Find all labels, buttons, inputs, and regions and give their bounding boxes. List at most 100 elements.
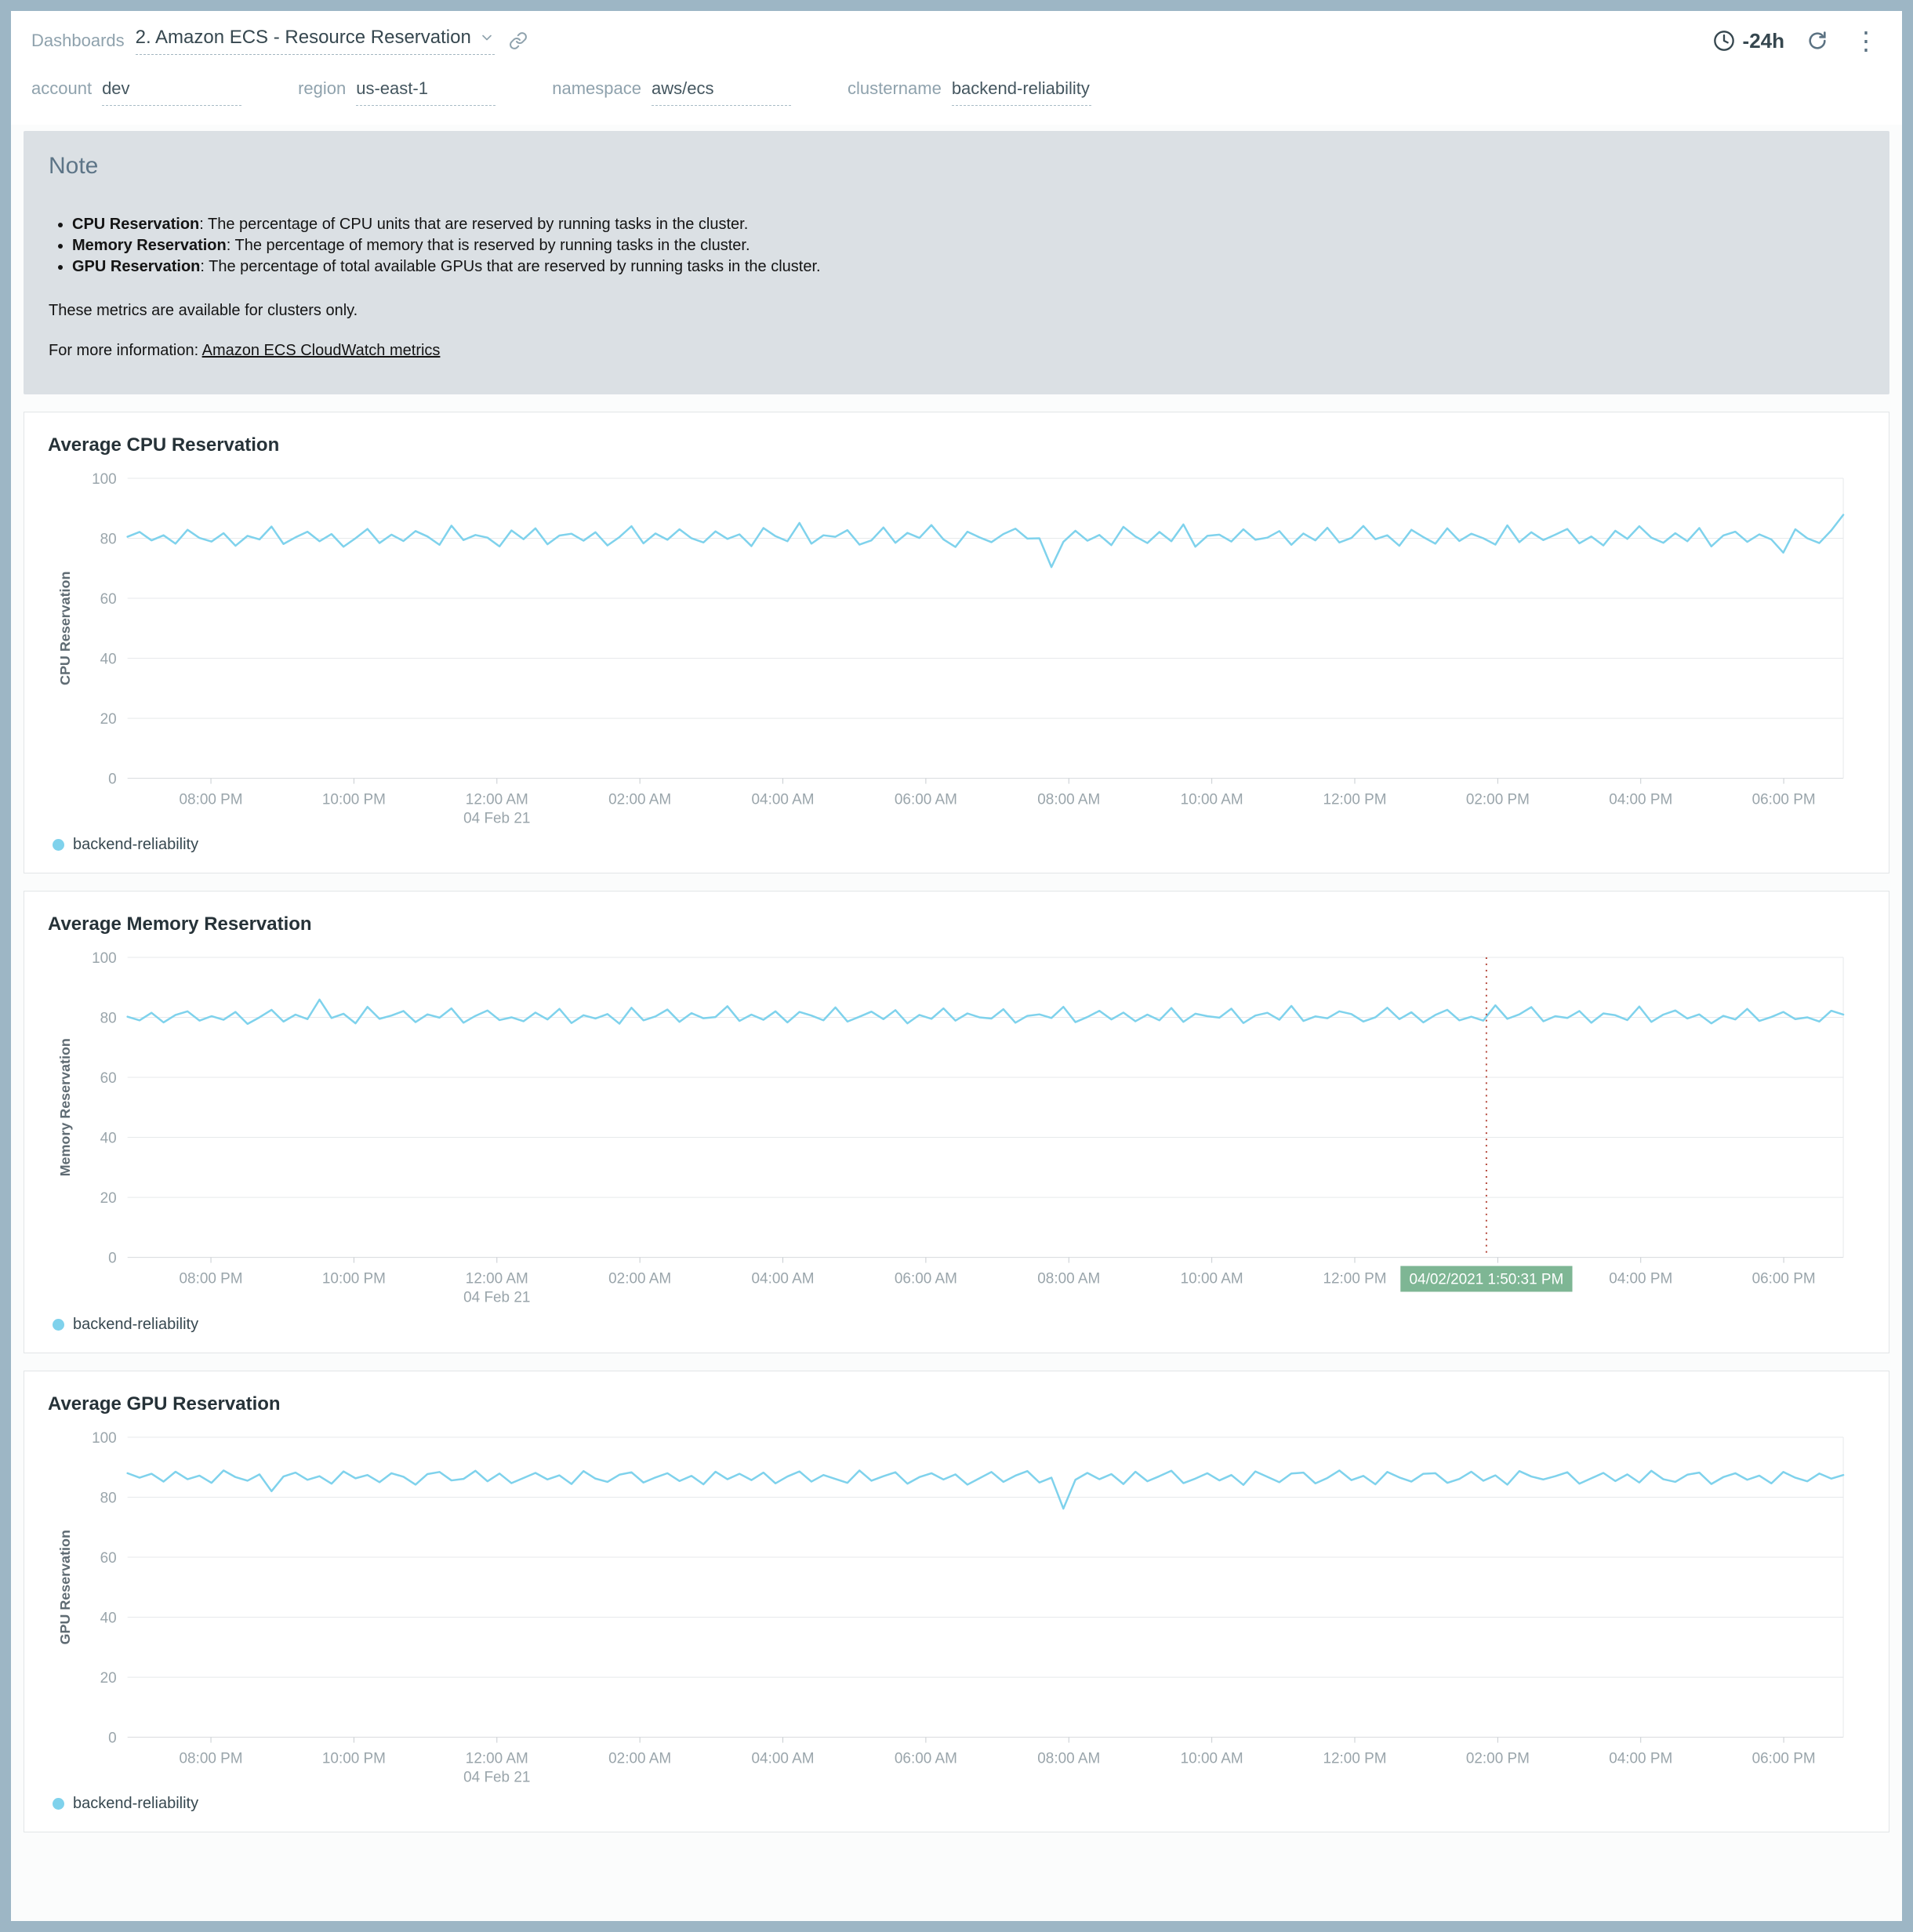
chevron-down-icon xyxy=(479,30,495,45)
legend-item[interactable]: backend-reliability xyxy=(46,1306,1867,1340)
svg-text:08:00 PM: 08:00 PM xyxy=(180,792,243,808)
dashboard-page: Dashboards 2. Amazon ECS - Resource Rese… xyxy=(11,11,1902,1921)
svg-text:80: 80 xyxy=(100,531,117,547)
legend-label: backend-reliability xyxy=(73,1795,198,1813)
svg-text:04:00 PM: 04:00 PM xyxy=(1609,1750,1672,1767)
filter-account-value[interactable]: dev xyxy=(102,78,241,106)
svg-text:Memory Reservation: Memory Reservation xyxy=(57,1039,73,1177)
filter-region-value[interactable]: us-east-1 xyxy=(356,78,495,106)
svg-text:08:00 AM: 08:00 AM xyxy=(1037,1750,1100,1767)
svg-text:60: 60 xyxy=(100,591,117,608)
svg-text:06:00 AM: 06:00 AM xyxy=(895,1750,957,1767)
svg-text:20: 20 xyxy=(100,711,117,728)
svg-text:08:00 PM: 08:00 PM xyxy=(180,1271,243,1287)
svg-text:12:00 PM: 12:00 PM xyxy=(1323,1271,1386,1287)
svg-text:0: 0 xyxy=(108,1251,117,1267)
filter-label: clustername xyxy=(848,78,942,99)
svg-text:02:00 AM: 02:00 AM xyxy=(608,1750,671,1767)
svg-text:10:00 PM: 10:00 PM xyxy=(322,1271,386,1287)
svg-text:10:00 PM: 10:00 PM xyxy=(322,792,386,808)
filter-label: account xyxy=(31,78,92,99)
svg-text:100: 100 xyxy=(92,1430,117,1447)
svg-text:80: 80 xyxy=(100,1490,117,1506)
svg-text:06:00 AM: 06:00 AM xyxy=(895,1271,957,1287)
more-options-icon[interactable]: ⋮ xyxy=(1850,28,1882,53)
svg-text:12:00 AM: 12:00 AM xyxy=(466,792,528,808)
filter-label: region xyxy=(298,78,346,99)
svg-text:40: 40 xyxy=(100,1610,117,1626)
note-bullet-cpu: CPU Reservation: The percentage of CPU u… xyxy=(72,214,1864,234)
svg-text:04:00 AM: 04:00 AM xyxy=(752,1750,815,1767)
svg-text:10:00 PM: 10:00 PM xyxy=(322,1750,386,1767)
note-more-info: For more information: Amazon ECS CloudWa… xyxy=(49,342,1864,360)
svg-text:GPU Reservation: GPU Reservation xyxy=(57,1530,73,1644)
filter-clustername: clustername backend-reliability xyxy=(848,78,1091,106)
chart-title: Average Memory Reservation xyxy=(48,913,1867,935)
svg-text:02:00 PM: 02:00 PM xyxy=(1466,792,1530,808)
filter-region: region us-east-1 xyxy=(298,78,495,106)
svg-text:12:00 PM: 12:00 PM xyxy=(1323,792,1386,808)
svg-text:10:00 AM: 10:00 AM xyxy=(1181,1271,1243,1287)
time-range-label: -24h xyxy=(1743,29,1784,53)
svg-text:0: 0 xyxy=(108,772,117,788)
header-bar: Dashboards 2. Amazon ECS - Resource Rese… xyxy=(11,11,1902,71)
filter-namespace: namespace aws/ecs xyxy=(552,78,791,106)
svg-text:04:00 AM: 04:00 AM xyxy=(752,792,815,808)
note-bullet-gpu: GPU Reservation: The percentage of total… xyxy=(72,256,1864,277)
filter-clustername-value[interactable]: backend-reliability xyxy=(952,78,1091,106)
memory-reservation-chart[interactable]: 0 20 40 60 80 100 08:00 PM 10:00 PM 12:00 AM 04 F… xyxy=(46,945,1867,1306)
svg-text:20: 20 xyxy=(100,1670,117,1687)
svg-text:40: 40 xyxy=(100,1131,117,1147)
svg-text:10:00 AM: 10:00 AM xyxy=(1181,792,1243,808)
legend-label: backend-reliability xyxy=(73,1316,198,1334)
svg-text:02:00 AM: 02:00 AM xyxy=(608,1271,671,1287)
svg-text:06:00 PM: 06:00 PM xyxy=(1752,792,1816,808)
legend-color-dot xyxy=(53,1319,64,1331)
svg-text:04 Feb 21: 04 Feb 21 xyxy=(463,810,530,826)
gpu-reservation-chart[interactable]: 02040608010008:00 PM10:00 PM12:00 AM04 F… xyxy=(46,1425,1867,1785)
svg-text:02:00 PM: 02:00 PM xyxy=(1466,1750,1530,1767)
filter-bar: account dev region us-east-1 namespace a… xyxy=(11,71,1902,125)
share-link-icon[interactable] xyxy=(509,31,528,50)
legend-item[interactable]: backend-reliability xyxy=(46,826,1867,860)
svg-text:12:00 AM: 12:00 AM xyxy=(466,1271,528,1287)
breadcrumb: Dashboards xyxy=(31,31,125,51)
svg-text:40: 40 xyxy=(100,652,117,668)
svg-text:06:00 PM: 06:00 PM xyxy=(1752,1750,1816,1767)
panel-avg-memory-reservation: Average Memory Reservation 0204060801000… xyxy=(24,891,1889,1353)
filter-account: account dev xyxy=(31,78,241,106)
filter-namespace-value[interactable]: aws/ecs xyxy=(652,78,791,106)
note-panel: Note CPU Reservation: The percentage of … xyxy=(24,131,1889,394)
svg-text:60: 60 xyxy=(100,1070,117,1087)
svg-text:08:00 AM: 08:00 AM xyxy=(1037,792,1100,808)
svg-text:60: 60 xyxy=(100,1550,117,1567)
svg-text:04 Feb 21: 04 Feb 21 xyxy=(463,1290,530,1306)
chart-title: Average GPU Reservation xyxy=(48,1393,1867,1415)
note-bullet-memory: Memory Reservation: The percentage of me… xyxy=(72,235,1864,256)
svg-text:0: 0 xyxy=(108,1730,117,1746)
note-footnote: These metrics are available for clusters… xyxy=(49,302,1864,320)
cloudwatch-metrics-link[interactable]: Amazon ECS CloudWatch metrics xyxy=(202,342,441,359)
refresh-icon[interactable] xyxy=(1806,30,1828,52)
filter-label: namespace xyxy=(552,78,641,99)
svg-text:08:00 PM: 08:00 PM xyxy=(180,1750,243,1767)
clock-icon xyxy=(1713,30,1735,52)
svg-text:20: 20 xyxy=(100,1190,117,1207)
note-title: Note xyxy=(49,153,1864,180)
cpu-reservation-chart[interactable]: 02040608010008:00 PM10:00 PM12:00 AM04 F… xyxy=(46,466,1867,826)
svg-text:08:00 AM: 08:00 AM xyxy=(1037,1271,1100,1287)
svg-text:02:00 AM: 02:00 AM xyxy=(608,792,671,808)
chart-title: Average CPU Reservation xyxy=(48,434,1867,456)
legend-item[interactable]: backend-reliability xyxy=(46,1785,1867,1819)
note-list: CPU Reservation: The percentage of CPU u… xyxy=(72,214,1864,277)
svg-text:04:00 AM: 04:00 AM xyxy=(752,1271,815,1287)
legend-color-dot xyxy=(53,1798,64,1810)
svg-text:04/02/2021 1:50:31 PM: 04/02/2021 1:50:31 PM xyxy=(1410,1272,1564,1288)
legend-label: backend-reliability xyxy=(73,836,198,854)
svg-text:04:00 PM: 04:00 PM xyxy=(1609,1271,1672,1287)
svg-text:80: 80 xyxy=(100,1011,117,1027)
svg-text:100: 100 xyxy=(92,950,117,967)
time-range-control[interactable]: -24h xyxy=(1713,29,1784,53)
dashboard-title-dropdown[interactable]: 2. Amazon ECS - Resource Reservation xyxy=(136,27,495,55)
svg-text:04 Feb 21: 04 Feb 21 xyxy=(463,1769,530,1785)
